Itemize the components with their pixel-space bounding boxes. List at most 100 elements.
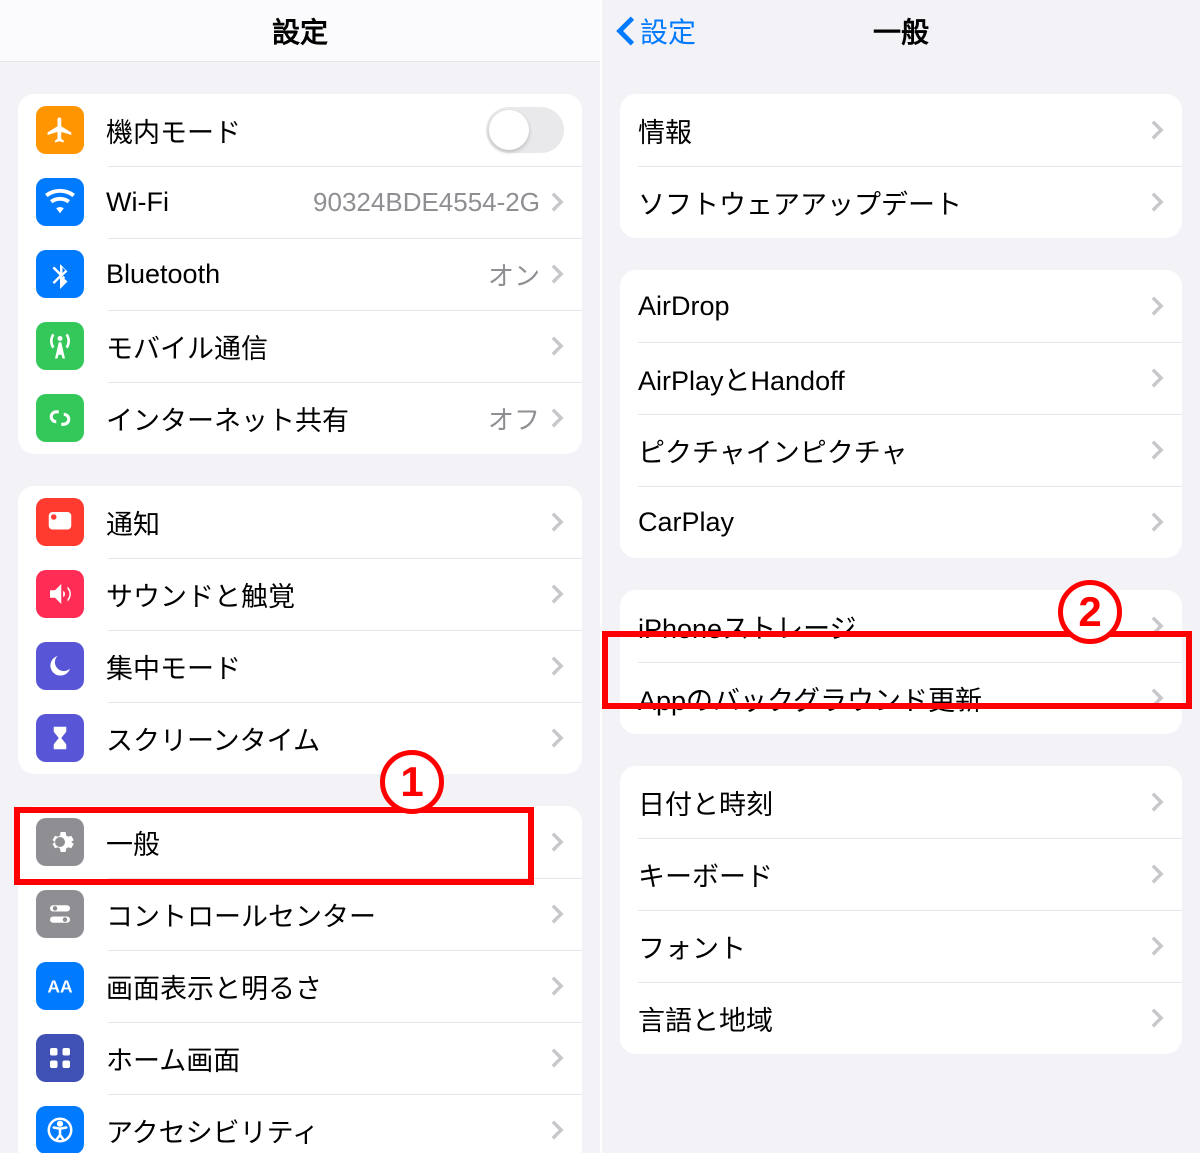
row-label: 機内モード <box>106 111 241 150</box>
row-wifi[interactable]: Wi-Fi 90324BDE4554-2G <box>18 166 582 238</box>
row-airplay[interactable]: AirPlayとHandoff <box>620 342 1182 414</box>
row-bluetooth[interactable]: Bluetooth オン <box>18 238 582 310</box>
row-fonts[interactable]: フォント <box>620 910 1182 982</box>
row-label: AirPlayとHandoff <box>638 359 845 398</box>
wifi-icon <box>36 178 84 226</box>
chevron-right-icon <box>1150 119 1164 141</box>
general-group-info: 情報 ソフトウェアアップデート <box>620 94 1182 238</box>
row-label: Wi-Fi <box>106 187 169 218</box>
chevron-right-icon <box>1150 511 1164 533</box>
row-label: 日付と時刻 <box>638 783 773 822</box>
chevron-right-icon <box>1150 935 1164 957</box>
chevron-right-icon <box>1150 615 1164 637</box>
row-homescreen[interactable]: ホーム画面 <box>18 1022 582 1094</box>
row-label: 通知 <box>106 503 160 542</box>
hourglass-icon <box>36 714 84 762</box>
page-title: 一般 <box>873 11 929 51</box>
row-label: ソフトウェアアップデート <box>638 183 962 222</box>
row-label: インターネット共有 <box>106 399 349 438</box>
general-screen: 設定 一般 情報 ソフトウェアアップデート AirDrop AirPlayとHa… <box>600 0 1200 1153</box>
row-label: Appのバックグラウンド更新 <box>638 679 982 718</box>
chevron-right-icon <box>1150 295 1164 317</box>
chevron-right-icon <box>550 583 564 605</box>
grid-icon <box>36 1034 84 1082</box>
settings-screen: 設定 機内モード Wi-Fi 90324BDE4554-2G Bluetooth <box>0 0 600 1153</box>
row-accessibility[interactable]: アクセシビリティ <box>18 1094 582 1153</box>
row-carplay[interactable]: CarPlay <box>620 486 1182 558</box>
speaker-icon <box>36 570 84 618</box>
settings-group-device: 一般 コントロールセンター AA 画面表示と明るさ ホーム画面 <box>18 806 582 1153</box>
row-label: iPhoneストレージ <box>638 607 857 646</box>
airplane-icon <box>36 106 84 154</box>
row-value: 90324BDE4554-2G <box>313 187 540 218</box>
row-datetime[interactable]: 日付と時刻 <box>620 766 1182 838</box>
annotation-number: 1 <box>400 758 423 806</box>
chevron-right-icon <box>1150 191 1164 213</box>
settings-group-alerts: 通知 サウンドと触覚 集中モード スクリーンタイム <box>18 486 582 774</box>
row-airplane[interactable]: 機内モード <box>18 94 582 166</box>
chevron-right-icon <box>1150 1007 1164 1029</box>
chevron-right-icon <box>1150 863 1164 885</box>
aa-icon: AA <box>36 962 84 1010</box>
chevron-right-icon <box>550 263 564 285</box>
row-notifications[interactable]: 通知 <box>18 486 582 558</box>
general-group-features: AirDrop AirPlayとHandoff ピクチャインピクチャ CarPl… <box>620 270 1182 558</box>
annotation-callout-2: 2 <box>1058 580 1122 644</box>
settings-group-connectivity: 機内モード Wi-Fi 90324BDE4554-2G Bluetooth オン <box>18 94 582 454</box>
row-bgapprefresh[interactable]: Appのバックグラウンド更新 <box>620 662 1182 734</box>
row-value: オン <box>488 256 540 293</box>
gear-icon <box>36 818 84 866</box>
navbar: 設定 <box>0 0 600 62</box>
row-label: 集中モード <box>106 647 241 686</box>
chevron-right-icon <box>550 335 564 357</box>
row-display[interactable]: AA 画面表示と明るさ <box>18 950 582 1022</box>
chevron-right-icon <box>550 1119 564 1141</box>
svg-text:AA: AA <box>47 976 73 996</box>
chevron-right-icon <box>550 191 564 213</box>
switches-icon <box>36 890 84 938</box>
row-label: 一般 <box>106 823 160 862</box>
row-screentime[interactable]: スクリーンタイム <box>18 702 582 774</box>
row-about[interactable]: 情報 <box>620 94 1182 166</box>
row-label: AirDrop <box>638 291 730 322</box>
row-focus[interactable]: 集中モード <box>18 630 582 702</box>
row-label: キーボード <box>638 855 773 894</box>
row-controlcenter[interactable]: コントロールセンター <box>18 878 582 950</box>
chevron-right-icon <box>550 903 564 925</box>
row-airdrop[interactable]: AirDrop <box>620 270 1182 342</box>
row-pip[interactable]: ピクチャインピクチャ <box>620 414 1182 486</box>
row-keyboard[interactable]: キーボード <box>620 838 1182 910</box>
row-label: ピクチャインピクチャ <box>638 431 907 470</box>
row-label: コントロールセンター <box>106 895 376 934</box>
chevron-right-icon <box>550 511 564 533</box>
chevron-right-icon <box>550 831 564 853</box>
chevron-right-icon <box>550 727 564 749</box>
chevron-right-icon <box>1150 791 1164 813</box>
antenna-icon <box>36 322 84 370</box>
row-cellular[interactable]: モバイル通信 <box>18 310 582 382</box>
chevron-right-icon <box>1150 439 1164 461</box>
person-icon <box>36 1106 84 1153</box>
chevron-right-icon <box>1150 367 1164 389</box>
bell-icon <box>36 498 84 546</box>
row-value: オフ <box>488 400 540 437</box>
row-label: 情報 <box>638 111 692 150</box>
chevron-right-icon <box>550 655 564 677</box>
link-icon <box>36 394 84 442</box>
row-hotspot[interactable]: インターネット共有 オフ <box>18 382 582 454</box>
row-language[interactable]: 言語と地域 <box>620 982 1182 1054</box>
navbar: 設定 一般 <box>602 0 1200 62</box>
chevron-right-icon <box>550 407 564 429</box>
row-label: アクセシビリティ <box>106 1111 319 1150</box>
airplane-toggle[interactable] <box>486 107 564 153</box>
chevron-right-icon <box>550 975 564 997</box>
chevron-right-icon <box>1150 687 1164 709</box>
back-button[interactable]: 設定 <box>616 0 696 62</box>
row-softwareupdate[interactable]: ソフトウェアアップデート <box>620 166 1182 238</box>
row-label: Bluetooth <box>106 259 220 290</box>
row-sounds[interactable]: サウンドと触覚 <box>18 558 582 630</box>
row-general[interactable]: 一般 <box>18 806 582 878</box>
chevron-right-icon <box>550 1047 564 1069</box>
row-label: モバイル通信 <box>106 327 268 366</box>
general-group-locale: 日付と時刻 キーボード フォント 言語と地域 <box>620 766 1182 1054</box>
